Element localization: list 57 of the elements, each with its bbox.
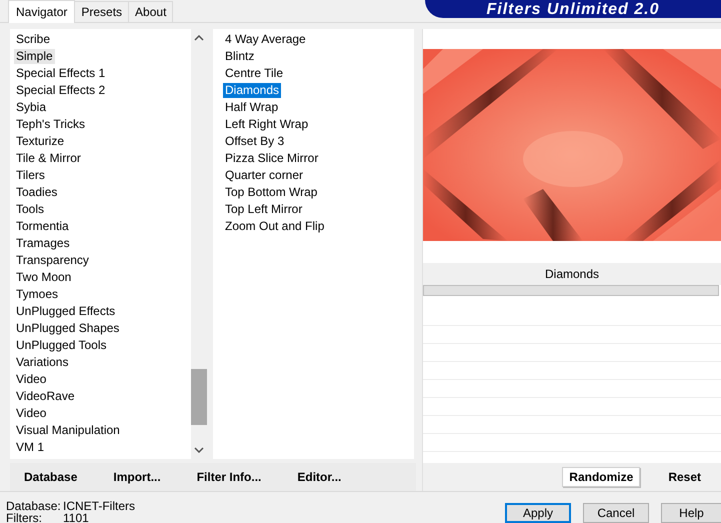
category-item[interactable]: Video (14, 406, 48, 421)
dialog-button[interactable]: Apply (505, 503, 571, 523)
dialog-button[interactable]: Cancel (583, 503, 649, 523)
status-value: ICNET-Filters (63, 500, 135, 512)
logo-banner: Filters Unlimited 2.0 (425, 0, 721, 18)
filter-item[interactable]: 4 Way Average (223, 32, 308, 47)
category-item[interactable]: Toadies (14, 185, 60, 200)
filter-item[interactable]: Pizza Slice Mirror (223, 151, 320, 166)
nav-button[interactable]: Editor... (297, 470, 342, 484)
filter-item[interactable]: Diamonds (223, 83, 282, 98)
filter-item[interactable]: Blintz (223, 49, 256, 64)
nav-button[interactable]: Import... (113, 470, 161, 484)
category-item[interactable]: Tile & Mirror (14, 151, 83, 166)
category-item[interactable]: Sybia (14, 100, 48, 115)
status-label: Database: (6, 500, 62, 512)
tab[interactable]: About (128, 1, 174, 22)
filter-item[interactable]: Top Left Mirror (223, 202, 304, 217)
category-item[interactable]: UnPlugged Tools (14, 338, 109, 353)
dialog-button[interactable]: Help (661, 503, 721, 523)
category-item[interactable]: Scribe (14, 32, 52, 47)
filter-item[interactable]: Zoom Out and Flip (223, 219, 326, 234)
category-item[interactable]: Tormentia (14, 219, 71, 234)
filter-item[interactable]: Offset By 3 (223, 134, 286, 149)
nav-button[interactable]: Filter Info... (196, 470, 262, 484)
category-item[interactable]: Special Effects 1 (14, 66, 108, 81)
category-item[interactable]: Simple (14, 49, 55, 64)
category-item[interactable]: UnPlugged Shapes (14, 321, 122, 336)
nav-button[interactable]: Database (24, 470, 78, 484)
category-item[interactable]: UnPlugged Effects (14, 304, 118, 319)
filter-item[interactable]: Top Bottom Wrap (223, 185, 320, 200)
scroll-down-icon[interactable] (194, 447, 204, 453)
category-item[interactable]: Teph's Tricks (14, 117, 87, 132)
filter-item[interactable]: Half Wrap (223, 100, 280, 115)
category-item[interactable]: Texturize (14, 134, 66, 149)
category-item[interactable]: Tools (14, 202, 46, 217)
preview-button[interactable]: Randomize (562, 467, 640, 487)
category-item[interactable]: Transparency (14, 253, 91, 268)
status-value: 1101 (63, 512, 89, 523)
category-item[interactable]: Variations (14, 355, 70, 370)
category-item[interactable]: VideoRave (14, 389, 76, 404)
category-item[interactable]: Visual Manipulation (14, 423, 122, 438)
category-item[interactable]: Video (14, 372, 48, 387)
category-item[interactable]: Two Moon (14, 270, 74, 285)
status-label: Filters: (6, 512, 43, 523)
category-item[interactable]: Special Effects 2 (14, 83, 108, 98)
category-item[interactable]: Tilers (14, 168, 47, 183)
preview-button[interactable]: Reset (662, 468, 707, 486)
filter-item[interactable]: Centre Tile (223, 66, 286, 81)
filter-name: Diamonds (544, 267, 600, 281)
category-item[interactable]: VM 1 (14, 440, 46, 455)
scrollbar-thumb[interactable] (191, 369, 207, 425)
scroll-up-icon[interactable] (194, 35, 204, 41)
category-item[interactable]: Tymoes (14, 287, 60, 302)
category-item[interactable]: Tramages (14, 236, 72, 251)
filter-item[interactable]: Left Right Wrap (223, 117, 310, 132)
filter-item[interactable]: Quarter corner (223, 168, 306, 183)
tab[interactable]: Navigator (8, 0, 76, 23)
